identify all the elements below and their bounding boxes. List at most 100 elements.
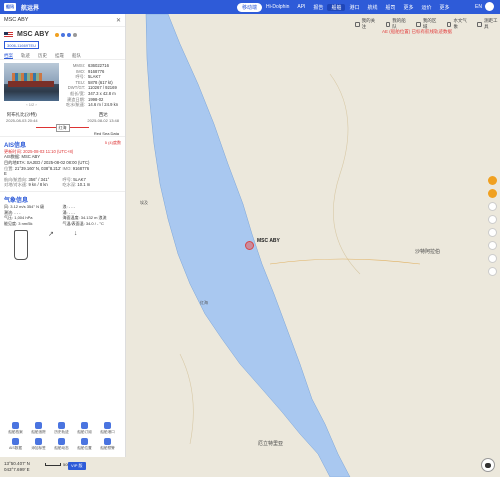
bell-icon <box>81 422 88 429</box>
lang-switch[interactable]: EN <box>475 4 482 10</box>
wind-arrow-icon: ↗ <box>48 231 54 239</box>
pulse-icon <box>58 438 65 445</box>
tool-port[interactable]: 船舶港口 <box>96 422 119 435</box>
compass-icon[interactable] <box>488 241 497 250</box>
nav-api[interactable]: API <box>293 4 309 10</box>
vip-badge[interactable]: VIP 版 <box>68 462 86 470</box>
ship-icon <box>385 21 391 27</box>
weather-figures: ↗ ↓ <box>4 226 121 264</box>
nav-ships[interactable]: 船舶 <box>327 3 346 11</box>
warning-icon <box>104 438 111 445</box>
ship-info: ‹ 1/2 › MMSI: 636022716 IMO: 9168776 呼号: 5L… <box>0 60 125 111</box>
top-bar: 船讯 航运界 移动端 Hi-Dolphin API 报告 船舶 港口 航线 船司… <box>0 0 500 14</box>
arrival-port[interactable]: 西达 2025-08-02 13:48 <box>87 112 119 124</box>
edit-icon[interactable] <box>67 32 72 37</box>
tab-track[interactable]: 轨迹 <box>21 53 30 59</box>
track-icon <box>35 422 42 429</box>
tag-icon <box>35 438 42 445</box>
ship-action-icons <box>55 32 78 37</box>
top-right-controls: EN <box>475 2 494 11</box>
nav-report[interactable]: 报告 <box>309 4 327 11</box>
ship-photo[interactable] <box>4 63 59 101</box>
zoom-in-icon[interactable] <box>488 254 497 263</box>
current-arrow-icon: ↓ <box>73 230 78 238</box>
nav-freight[interactable]: 运价 <box>418 4 436 11</box>
tool-subscribe[interactable]: 船舶订阅 <box>73 422 96 435</box>
nav-mobile[interactable]: 移动端 <box>237 2 263 12</box>
tool-position[interactable]: 船舶位置 <box>73 438 96 451</box>
tool-track[interactable]: 船舶追踪 <box>27 422 50 435</box>
photo-pager[interactable]: ‹ 1/2 › <box>4 102 59 107</box>
departure-port[interactable]: 阿布扎比(沙特) 2025-08-03 20:44 <box>6 112 38 124</box>
weather-title-row: 气象信息 <box>4 195 121 204</box>
map-label: 沙特阿拉伯 <box>415 249 441 255</box>
scale-bar <box>45 463 61 466</box>
map-tool-measure[interactable]: 测距工具 <box>477 18 500 30</box>
map-tool-follow[interactable]: 我的关注 <box>355 18 378 30</box>
panel-header: MSC ABY ✕ <box>0 14 125 27</box>
coordinate-readout: 13°50.407' N 043°7.699' E <box>4 461 30 472</box>
ais-cell: 位置: 21°39.160' N, 038°8.212' E <box>4 165 62 177</box>
notification-icon[interactable] <box>488 176 497 185</box>
chat-icon[interactable] <box>488 189 497 198</box>
zoom-out-icon[interactable] <box>488 267 497 276</box>
share-icon[interactable] <box>61 32 66 37</box>
close-icon[interactable]: ✕ <box>116 17 121 24</box>
ship-outline-icon <box>14 230 28 261</box>
ais-title-row: AIS信息 5 (4)度数 <box>4 140 121 149</box>
tab-profile[interactable]: 档案 <box>4 53 13 59</box>
logo-mark: 船讯 <box>4 3 16 11</box>
wx-cell: 气温/表面温: 34.0 / - °C <box>62 220 104 226</box>
user-avatar[interactable] <box>485 2 494 11</box>
anchor-icon <box>104 422 111 429</box>
ais-body: 更新时间: 2025-08-03 11:10 (UTC+8) AIS数据: MS… <box>4 149 121 188</box>
more-icon[interactable] <box>73 32 78 37</box>
map-label: 埃及 <box>140 200 148 205</box>
ship-marker[interactable] <box>245 241 254 250</box>
tab-calls[interactable]: 挂靠 <box>55 53 64 59</box>
panel-title: MSC ABY <box>4 17 29 23</box>
nav-routes[interactable]: 航线 <box>363 4 381 11</box>
tool-history[interactable]: 历史轨迹 <box>50 422 73 435</box>
map-label: 厄立特里亚 <box>258 441 284 447</box>
tool-ais[interactable]: AIS数据 <box>4 438 27 451</box>
tool-status[interactable]: 船舶动态 <box>50 438 73 451</box>
cloud-icon <box>446 21 452 27</box>
panda-avatar-icon[interactable] <box>481 458 495 472</box>
nav-ports[interactable]: 港口 <box>345 4 363 11</box>
document-icon <box>12 422 19 429</box>
tool-profile[interactable]: 船舶档案 <box>4 422 27 435</box>
top-nav: 移动端 Hi-Dolphin API 报告 船舶 港口 航线 船司 更多 运价 … <box>237 2 454 12</box>
nav-more-2[interactable]: 更多 <box>436 4 454 11</box>
tab-fleet[interactable]: 船队 <box>72 53 81 59</box>
weather-title: 气象信息 <box>4 197 29 204</box>
map-alert: AE (船舶位置) 已标有航线轨迹数据 <box>382 29 452 34</box>
tool-tag[interactable]: 添加标签 <box>27 438 50 451</box>
panel-tabs: 档案 轨迹 历史 挂靠 船队 <box>0 51 125 60</box>
app-name: 航运界 <box>21 5 40 12</box>
layers-icon[interactable] <box>488 202 497 211</box>
ais-title: AIS信息 <box>4 142 27 149</box>
nav-hi-dolphin[interactable]: Hi-Dolphin <box>262 4 293 10</box>
nav-more[interactable]: 更多 <box>400 4 418 11</box>
ship-name: MSC ABY <box>17 31 50 38</box>
tab-history[interactable]: 历史 <box>38 53 47 59</box>
app-logo[interactable]: 船讯 航运界 <box>4 0 39 14</box>
ais-cell: 吃水深: 10.1 m <box>62 182 91 188</box>
star-icon[interactable] <box>55 32 60 37</box>
ais-grid: 位置: 21°39.160' N, 038°8.212' E IMO: 9168… <box>4 166 121 188</box>
weather-section: 气象信息 风: 3.12 m/s 354° N 级 浪: - - - 潮流: -… <box>0 190 125 267</box>
panel-tools: 船舶档案 船舶追踪 历史轨迹 船舶订阅 船舶港口 AIS数据 添加标签 船舶动态… <box>0 422 126 454</box>
area-icon <box>416 21 421 27</box>
ais-section: AIS信息 5 (4)度数 更新时间: 2025-08-03 11:10 (UT… <box>0 135 125 191</box>
locate-icon[interactable] <box>488 228 497 237</box>
tool-alert[interactable]: 船舶预警 <box>96 438 119 451</box>
nav-carriers[interactable]: 船司 <box>381 4 399 11</box>
history-icon <box>58 422 65 429</box>
ship-map-label[interactable]: MSC ABY <box>257 238 280 244</box>
ruler-icon <box>477 21 483 27</box>
weather-grid: 风: 3.12 m/s 354° N 级 浪: - - - 潮流: - - - … <box>4 204 121 226</box>
fullscreen-icon[interactable] <box>488 215 497 224</box>
ais-cell: IMO: 9168776 <box>62 165 90 171</box>
wx-cell: 能见度: 3 nm/5k <box>4 220 33 226</box>
